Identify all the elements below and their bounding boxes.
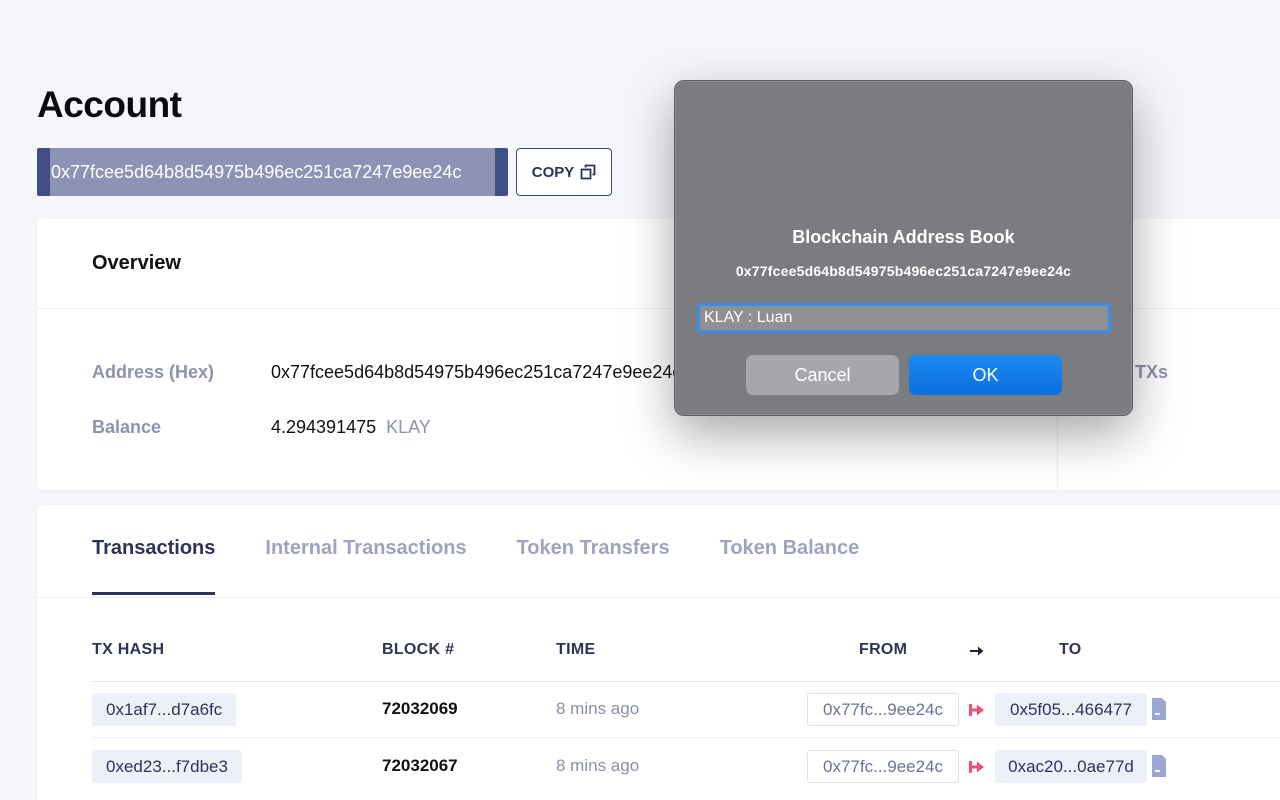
balance-value: 4.294391475 KLAY: [271, 417, 431, 438]
copy-label: COPY: [531, 163, 575, 181]
balance-unit: KLAY: [386, 417, 431, 437]
ok-button[interactable]: OK: [909, 355, 1062, 395]
copy-button[interactable]: COPY: [516, 148, 612, 196]
tx-time: 8 mins ago: [556, 756, 640, 775]
overview-title: Overview: [92, 252, 181, 274]
red-arrow-icon: [969, 704, 984, 716]
row-divider: [92, 737, 1280, 738]
header-from: FROM: [859, 641, 908, 658]
red-arrow-icon: [969, 761, 984, 773]
tx-hash-link[interactable]: 0xed23...f7dbe3: [92, 750, 242, 783]
document-icon: [1152, 698, 1166, 720]
tab-bar: Transactions Internal Transactions Token…: [92, 537, 909, 595]
dialog-address: 0x77fcee5d64b8d54975b496ec251ca7247e9ee2…: [735, 263, 1072, 279]
header-to: TO: [1059, 641, 1082, 658]
balance-amount: 4.294391475: [271, 417, 377, 437]
block-number-link[interactable]: 72032069: [382, 699, 458, 719]
cancel-button[interactable]: Cancel: [746, 355, 899, 395]
transactions-card: Transactions Internal Transactions Token…: [37, 505, 1280, 800]
page-title: Account: [37, 84, 182, 125]
header-tx-hash: TX HASH: [92, 641, 165, 658]
copy-icon: [580, 164, 596, 180]
balance-label: Balance: [92, 417, 162, 437]
from-address-link[interactable]: 0x77fc...9ee24c: [807, 750, 959, 783]
to-address-link[interactable]: 0xac20...0ae77d: [995, 750, 1147, 783]
account-address-text[interactable]: 0x77fcee5d64b8d54975b496ec251ca7247e9ee2…: [51, 162, 461, 183]
address-hex-label: Address (Hex): [92, 362, 215, 382]
account-address-field[interactable]: 0x77fcee5d64b8d54975b496ec251ca7247e9ee2…: [37, 148, 508, 196]
tab-token-transfers[interactable]: Token Transfers: [517, 537, 670, 595]
tabs-divider: [37, 597, 1280, 598]
to-address-link[interactable]: 0x5f05...466477: [995, 693, 1147, 726]
dialog-title: Blockchain Address Book: [792, 227, 1015, 247]
address-hex-value: 0x77fcee5d64b8d54975b496ec251ca7247e9ee2…: [271, 362, 682, 382]
header-divider: [92, 681, 1280, 682]
arrow-right-icon: [970, 646, 984, 656]
header-block: BLOCK #: [382, 641, 455, 658]
tx-hash-link[interactable]: 0x1af7...d7a6fc: [92, 693, 237, 726]
tx-time: 8 mins ago: [556, 699, 640, 718]
header-time: TIME: [556, 641, 596, 658]
document-icon: [1152, 755, 1166, 777]
tab-internal-transactions[interactable]: Internal Transactions: [265, 537, 466, 595]
tab-transactions[interactable]: Transactions: [92, 537, 216, 595]
address-label-input[interactable]: [697, 303, 1111, 333]
address-book-dialog: Blockchain Address Book 0x77fcee5d64b8d5…: [674, 80, 1133, 416]
block-number-link[interactable]: 72032067: [382, 756, 458, 776]
from-address-link[interactable]: 0x77fc...9ee24c: [807, 693, 959, 726]
tab-token-balance[interactable]: Token Balance: [720, 537, 860, 595]
